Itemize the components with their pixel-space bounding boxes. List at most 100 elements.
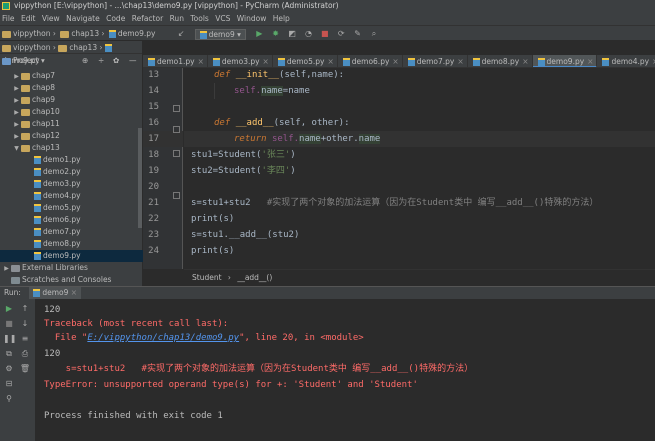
breadcrumb-method[interactable]: __add__(): [237, 273, 272, 282]
editor-tab[interactable]: demo4.py×: [597, 55, 655, 67]
fold-icon[interactable]: [173, 150, 180, 157]
trash-icon[interactable]: 🗑: [19, 363, 31, 375]
fold-icon[interactable]: [173, 105, 180, 112]
breadcrumb-class[interactable]: Student: [192, 273, 222, 282]
tree-file-item[interactable]: demo2.py: [0, 166, 143, 178]
fold-icon[interactable]: [173, 192, 180, 199]
line-number: 24: [148, 246, 159, 256]
gear-icon[interactable]: ✿: [113, 54, 119, 68]
tree-file-item[interactable]: demo6.py: [0, 214, 143, 226]
debug-icon[interactable]: ✸: [271, 29, 281, 39]
close-icon[interactable]: ×: [263, 57, 269, 66]
tab-label: demo4.py: [611, 57, 650, 66]
scroll-up-icon[interactable]: ↑: [19, 303, 31, 315]
editor-gutter: 13 14 15 16 17 18 19 20 21 22 23 24: [143, 68, 183, 269]
close-icon[interactable]: ×: [198, 57, 204, 66]
tree-scrollbar[interactable]: [138, 128, 142, 228]
fold-icon[interactable]: [173, 126, 180, 133]
console-line: File "E:/vippython/chap13/demo9.py", lin…: [44, 333, 364, 343]
menu-edit[interactable]: Edit: [19, 12, 38, 25]
menu-vcs[interactable]: VCS: [213, 12, 232, 25]
editor-tab[interactable]: demo5.py ×: [273, 55, 338, 67]
editor-tab[interactable]: demo8.py ×: [468, 55, 533, 67]
hide-icon[interactable]: —: [129, 54, 137, 68]
tree-item-label: demo6.py: [43, 215, 81, 224]
python-file-icon: [34, 252, 41, 260]
run-console[interactable]: 120 Traceback (most recent call last): F…: [36, 299, 655, 441]
close-icon[interactable]: ×: [71, 288, 77, 297]
tree-file-item[interactable]: demo9.py: [0, 250, 143, 262]
stop-icon[interactable]: ■: [320, 29, 330, 39]
settings-icon[interactable]: ⚙: [3, 363, 15, 375]
menu-refactor[interactable]: Refactor: [130, 12, 165, 25]
settings-icon[interactable]: ✎: [353, 29, 363, 39]
run-tab[interactable]: demo9 ×: [29, 287, 82, 299]
search-icon[interactable]: ⌕: [369, 29, 379, 39]
tree-folder-item[interactable]: Scratches and Consoles: [0, 274, 143, 286]
menu-navigate[interactable]: Navigate: [64, 12, 102, 25]
tree-folder-item[interactable]: ▶ chap12: [0, 130, 143, 142]
folder-icon: [21, 84, 30, 92]
breadcrumb-file[interactable]: demo9.py: [108, 26, 156, 41]
collapse-icon[interactable]: ÷: [98, 54, 104, 68]
editor-tab[interactable]: demo3.py ×: [208, 55, 273, 67]
pin-icon[interactable]: ⚲: [3, 393, 15, 405]
tree-file-item[interactable]: demo7.py: [0, 226, 143, 238]
menu-tools[interactable]: Tools: [188, 12, 210, 25]
dump-threads-icon[interactable]: ⧉: [3, 348, 15, 360]
tree-folder-item[interactable]: ▶ chap9: [0, 94, 143, 106]
menu-file[interactable]: File: [0, 12, 17, 25]
close-icon[interactable]: ×: [522, 57, 528, 66]
scroll-down-icon[interactable]: ↓: [19, 318, 31, 330]
menu-view[interactable]: View: [40, 12, 62, 25]
tree-file-item[interactable]: demo8.py: [0, 238, 143, 250]
close-icon[interactable]: ×: [392, 57, 398, 66]
close-icon[interactable]: ×: [327, 57, 333, 66]
editor-tab[interactable]: demo7.py ×: [403, 55, 468, 67]
menu-window[interactable]: Window: [235, 12, 269, 25]
folder-icon: [21, 96, 30, 104]
tree-folder-item[interactable]: ▶ External Libraries: [0, 262, 143, 274]
rerun-icon[interactable]: ▶: [3, 303, 15, 315]
close-icon[interactable]: ×: [457, 57, 463, 66]
profile-icon[interactable]: ◔: [303, 29, 313, 39]
close-icon[interactable]: ×: [587, 57, 593, 66]
project-view-select[interactable]: Project: [13, 56, 39, 65]
tree-item-label: demo5.py: [43, 203, 81, 212]
tree-folder-item[interactable]: ▼ chap13: [0, 142, 143, 154]
traceback-file-link[interactable]: E:/vippython/chap13/demo9.py: [87, 333, 239, 343]
tree-folder-item[interactable]: ▶ chap8: [0, 82, 143, 94]
tree-item-label: demo8.py: [43, 239, 81, 248]
layout-icon[interactable]: ⊟: [3, 378, 15, 390]
tree-folder-item[interactable]: ▶ chap11: [0, 118, 143, 130]
tree-item-label: demo9.py: [43, 251, 81, 260]
menu-code[interactable]: Code: [104, 12, 127, 25]
tree-file-item[interactable]: demo1.py: [0, 154, 143, 166]
editor-tab[interactable]: demo9.py ×: [532, 55, 598, 67]
code-line: stu2=Student('李四'): [191, 166, 296, 176]
menu-help[interactable]: Help: [271, 12, 292, 25]
stop-icon[interactable]: ■: [3, 318, 15, 330]
editor-tab[interactable]: demo6.py ×: [338, 55, 403, 67]
tree-file-item[interactable]: demo4.py: [0, 190, 143, 202]
tree-file-item[interactable]: demo5.py: [0, 202, 143, 214]
code-editor[interactable]: def __init__(self,name): self.name=name de…: [184, 68, 655, 269]
run-icon[interactable]: ▶: [254, 29, 264, 39]
pause-icon[interactable]: ❚❚: [3, 333, 16, 345]
python-file-icon: [537, 58, 545, 66]
breadcrumb-separator: ›: [52, 29, 56, 38]
menu-run[interactable]: Run: [168, 12, 186, 25]
soft-wrap-icon[interactable]: ≡: [19, 333, 31, 345]
back-arrow-icon[interactable]: ↙: [176, 29, 186, 39]
tree-folder-item[interactable]: ▶ chap10: [0, 106, 143, 118]
breadcrumb-root[interactable]: vippython: [2, 26, 51, 41]
vcs-icon[interactable]: ⟳: [336, 29, 346, 39]
print-icon[interactable]: ⎙: [19, 348, 31, 360]
coverage-icon[interactable]: ◩: [287, 29, 297, 39]
breadcrumb-chap13[interactable]: chap13: [60, 26, 99, 41]
tree-file-item[interactable]: demo3.py: [0, 178, 143, 190]
run-config-select[interactable]: demo9 ▾: [194, 28, 246, 40]
tree-item-label: demo4.py: [43, 191, 81, 200]
locate-icon[interactable]: ⊕: [82, 54, 88, 68]
tree-folder-item[interactable]: ▶ chap7: [0, 70, 143, 82]
